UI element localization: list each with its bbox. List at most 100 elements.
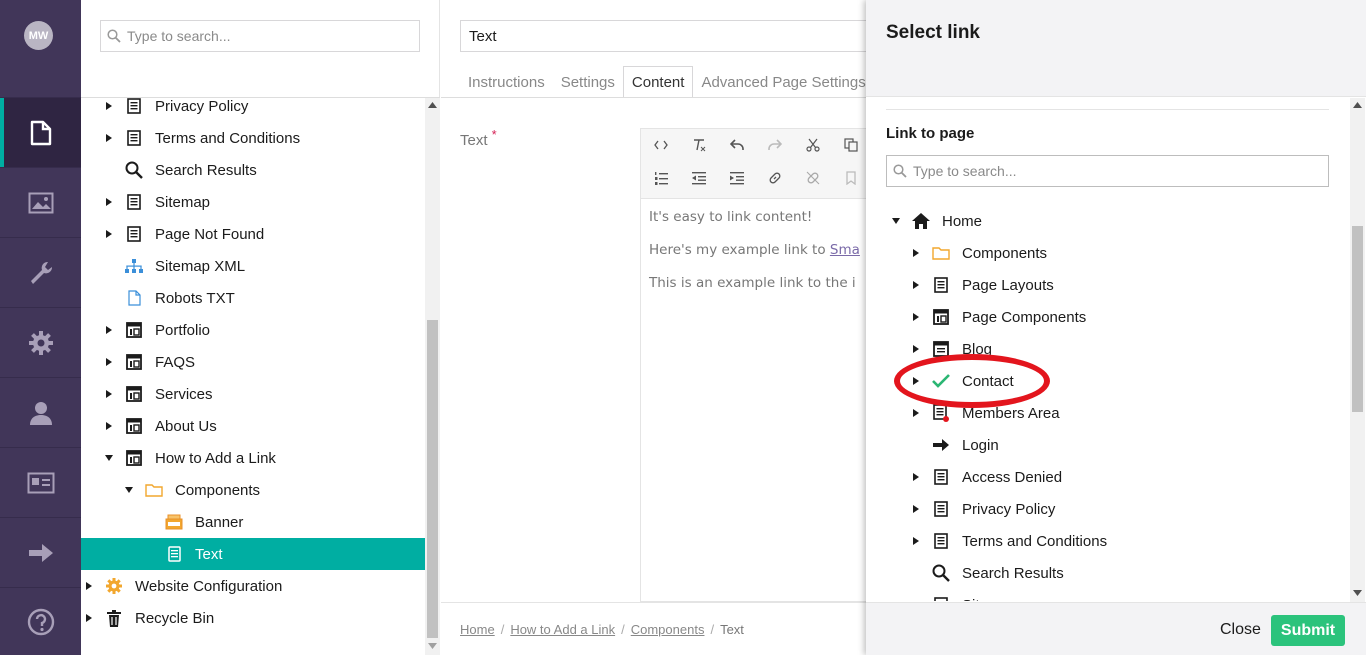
caret-right-icon[interactable] — [103, 102, 115, 110]
tree-item-robots-txt[interactable]: Robots TXT — [81, 282, 425, 314]
caret-right-icon[interactable] — [910, 249, 922, 257]
undo-icon[interactable] — [725, 133, 749, 157]
caret-right-icon[interactable] — [910, 377, 922, 385]
nav-members[interactable] — [0, 447, 81, 517]
caret-right-icon[interactable] — [103, 358, 115, 366]
outdent-icon[interactable] — [687, 166, 711, 190]
tree-item-page-layouts[interactable]: Page Layouts — [866, 269, 1350, 301]
caret-down-icon[interactable] — [890, 218, 902, 224]
nav-media[interactable] — [0, 167, 81, 237]
caret-right-icon[interactable] — [910, 505, 922, 513]
numbered-list-icon[interactable] — [649, 166, 673, 190]
tree-item-home[interactable]: Home — [866, 205, 1350, 237]
rte-link[interactable]: Sma — [830, 242, 860, 258]
tree-item-privacy-policy[interactable]: Privacy Policy — [866, 493, 1350, 525]
breadcrumb-how-to-add-a-link[interactable]: How to Add a Link — [510, 622, 615, 637]
caret-right-icon[interactable] — [103, 422, 115, 430]
tree-item-page-not-found[interactable]: Page Not Found — [81, 218, 425, 250]
tree-item-label: Portfolio — [155, 321, 211, 339]
dialog-scrollbar[interactable] — [1350, 98, 1365, 602]
tree-item-label: Text — [195, 545, 223, 563]
caret-down-icon[interactable] — [123, 487, 135, 493]
caret-right-icon[interactable] — [83, 614, 95, 622]
tree-item-label: Privacy Policy — [155, 97, 249, 115]
tree-item-access-denied[interactable]: Access Denied — [866, 461, 1350, 493]
breadcrumb-components[interactable]: Components — [631, 622, 705, 637]
user-avatar[interactable]: MW — [24, 21, 53, 50]
tree-search-box[interactable] — [100, 20, 420, 52]
tree-item-search-results[interactable]: Search Results — [866, 557, 1350, 589]
unlink-icon[interactable] — [801, 166, 825, 190]
caret-right-icon[interactable] — [910, 473, 922, 481]
nav-help[interactable] — [0, 587, 81, 655]
tree-item-contact[interactable]: Contact — [866, 365, 1350, 397]
caret-right-icon[interactable] — [910, 345, 922, 353]
caret-right-icon[interactable] — [103, 230, 115, 238]
nav-content[interactable] — [0, 97, 81, 167]
tree-item-privacy-policy[interactable]: Privacy Policy — [81, 90, 425, 122]
tab-content[interactable]: Content — [622, 66, 694, 98]
tree-scroll-thumb[interactable] — [427, 320, 438, 638]
nav-users[interactable] — [0, 377, 81, 447]
tree-item-sitemap[interactable]: Sitemap — [866, 589, 1350, 601]
tree-item-portfolio[interactable]: Portfolio — [81, 314, 425, 346]
tree-item-services[interactable]: Services — [81, 378, 425, 410]
tree-item-search-results[interactable]: Search Results — [81, 154, 425, 186]
search-icon — [931, 563, 951, 583]
caret-right-icon[interactable] — [103, 390, 115, 398]
tree-item-blog[interactable]: Blog — [866, 333, 1350, 365]
tree-item-members-area[interactable]: Members Area — [866, 397, 1350, 429]
caret-right-icon[interactable] — [103, 134, 115, 142]
link-icon[interactable] — [763, 166, 787, 190]
tab-instructions[interactable]: Instructions — [460, 66, 553, 98]
rte-body[interactable]: It's easy to link content! Here's my exa… — [641, 199, 870, 318]
tree-item-components[interactable]: Components — [81, 474, 425, 506]
node-name-input[interactable]: Text — [460, 20, 880, 52]
tree-item-page-components[interactable]: Page Components — [866, 301, 1350, 333]
close-button[interactable]: Close — [1212, 615, 1269, 645]
caret-down-icon[interactable] — [103, 455, 115, 461]
caret-right-icon[interactable] — [910, 537, 922, 545]
rich-text-editor[interactable]: It's easy to link content! Here's my exa… — [640, 128, 870, 602]
tree-search-input[interactable] — [127, 28, 408, 44]
tree-item-website-configuration[interactable]: Website Configuration — [81, 570, 425, 602]
breadcrumb-home[interactable]: Home — [460, 622, 495, 637]
clear-format-icon[interactable] — [687, 133, 711, 157]
redo-icon[interactable] — [763, 133, 787, 157]
tree-item-text[interactable]: Text — [81, 538, 425, 570]
scroll-up-icon — [1353, 102, 1362, 108]
source-code-icon[interactable] — [649, 133, 673, 157]
tree-item-terms-and-conditions[interactable]: Terms and Conditions — [866, 525, 1350, 557]
anchor-icon[interactable] — [839, 166, 863, 190]
tree-item-about-us[interactable]: About Us — [81, 410, 425, 442]
tree-item-login[interactable]: Login — [866, 429, 1350, 461]
tree-item-faqs[interactable]: FAQS — [81, 346, 425, 378]
caret-right-icon[interactable] — [103, 326, 115, 334]
submit-button[interactable]: Submit — [1271, 615, 1345, 646]
nav-settings[interactable] — [0, 307, 81, 377]
cut-icon[interactable] — [801, 133, 825, 157]
copy-icon[interactable] — [839, 133, 863, 157]
caret-right-icon[interactable] — [910, 313, 922, 321]
dialog-search-input[interactable] — [913, 163, 1305, 179]
tree-scrollbar[interactable] — [425, 98, 440, 655]
caret-right-icon[interactable] — [910, 409, 922, 417]
dialog-search-box[interactable] — [886, 155, 1329, 187]
tree-item-banner[interactable]: Banner — [81, 506, 425, 538]
tree-item-sitemap[interactable]: Sitemap — [81, 186, 425, 218]
tab-advanced-page-settings[interactable]: Advanced Page Settings — [693, 66, 873, 98]
caret-right-icon[interactable] — [910, 281, 922, 289]
tree-item-components[interactable]: Components — [866, 237, 1350, 269]
dialog-scroll-thumb[interactable] — [1352, 226, 1363, 412]
tree-item-sitemap-xml[interactable]: Sitemap XML — [81, 250, 425, 282]
nav-tools[interactable] — [0, 237, 81, 307]
tab-settings[interactable]: Settings — [553, 66, 623, 98]
caret-right-icon[interactable] — [83, 582, 95, 590]
tree-item-how-to-add-a-link[interactable]: How to Add a Link — [81, 442, 425, 474]
tree-item-recycle-bin[interactable]: Recycle Bin — [81, 602, 425, 634]
caret-right-icon[interactable] — [103, 198, 115, 206]
tree-item-terms-and-conditions[interactable]: Terms and Conditions — [81, 122, 425, 154]
nav-forms[interactable] — [0, 517, 81, 587]
tree-item-label: Website Configuration — [135, 577, 283, 595]
indent-icon[interactable] — [725, 166, 749, 190]
